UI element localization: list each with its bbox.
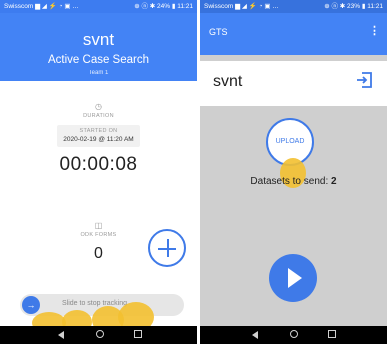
started-on-box: STARTED ON 2020-02-19 @ 11:20 AM (57, 125, 140, 147)
datasets-to-send: Datasets to send: 2 (200, 176, 387, 187)
page-subtitle: Active Case Search (48, 54, 149, 66)
team-label: Team 1 (88, 70, 109, 76)
right-phone-screen: Swisscom ▆ ◢ ⚡ ◔ ▣ … ⊕ ⓝ ✱ 23% ▮ 11:21 G… (200, 0, 387, 344)
app-bar-title: GTS (209, 27, 228, 37)
app-header: svnt Active Case Search Team 1 (0, 13, 197, 81)
status-right: ⊕ ⓝ ✱ 24% ▮ 11:21 (134, 3, 193, 10)
overflow-menu-icon[interactable]: ⋮ (369, 24, 380, 37)
recent-apps-icon[interactable] (328, 330, 336, 338)
home-icon[interactable] (96, 330, 104, 338)
started-on-label: STARTED ON (79, 128, 118, 134)
home-icon[interactable] (290, 330, 298, 338)
recent-apps-icon[interactable] (134, 330, 142, 338)
left-phone-screen: Swisscom ▆ ◢ ⚡ ◔ ▣ … ⊕ ⓝ ✱ 24% ▮ 11:21 s… (0, 0, 197, 344)
logout-icon[interactable] (355, 71, 373, 89)
back-icon[interactable] (252, 331, 258, 339)
slider-arrow-icon[interactable]: → (22, 296, 40, 314)
status-icons: ▆ ◢ ⚡ ◔ ▣ … (35, 3, 79, 10)
clock-icon: ◷ (95, 102, 102, 111)
app-title: svnt (82, 30, 115, 49)
status-right: ⊕ ⓝ ✱ 23% ▮ 11:21 (324, 3, 383, 10)
slider-label: Slide to stop tracking (62, 300, 127, 307)
start-tracking-button[interactable] (269, 254, 317, 302)
datasets-count: 2 (331, 176, 337, 187)
status-icons: ▆ ◢ ⚡ ◔ ▣ … (235, 3, 279, 10)
user-card: svnt (200, 61, 387, 106)
add-form-button[interactable] (148, 229, 186, 267)
carrier-label: Swisscom (204, 3, 234, 10)
app-bar: GTS ⋮ (200, 13, 387, 55)
carrier-label: Swisscom (4, 3, 34, 10)
system-nav-bar (200, 326, 387, 344)
system-nav-bar (0, 326, 197, 344)
started-on-value: 2020-02-19 @ 11:20 AM (63, 136, 134, 143)
status-bar: Swisscom ▆ ◢ ⚡ ◔ ▣ … ⊕ ⓝ ✱ 23% ▮ 11:21 (200, 0, 387, 13)
status-bar: Swisscom ▆ ◢ ⚡ ◔ ▣ … ⊕ ⓝ ✱ 24% ▮ 11:21 (0, 0, 197, 13)
back-icon[interactable] (58, 331, 64, 339)
datasets-label: Datasets to send: (250, 176, 329, 187)
duration-label: DURATION (83, 113, 114, 119)
duration-timer: 00:00:08 (59, 154, 138, 175)
user-name: svnt (213, 73, 243, 90)
